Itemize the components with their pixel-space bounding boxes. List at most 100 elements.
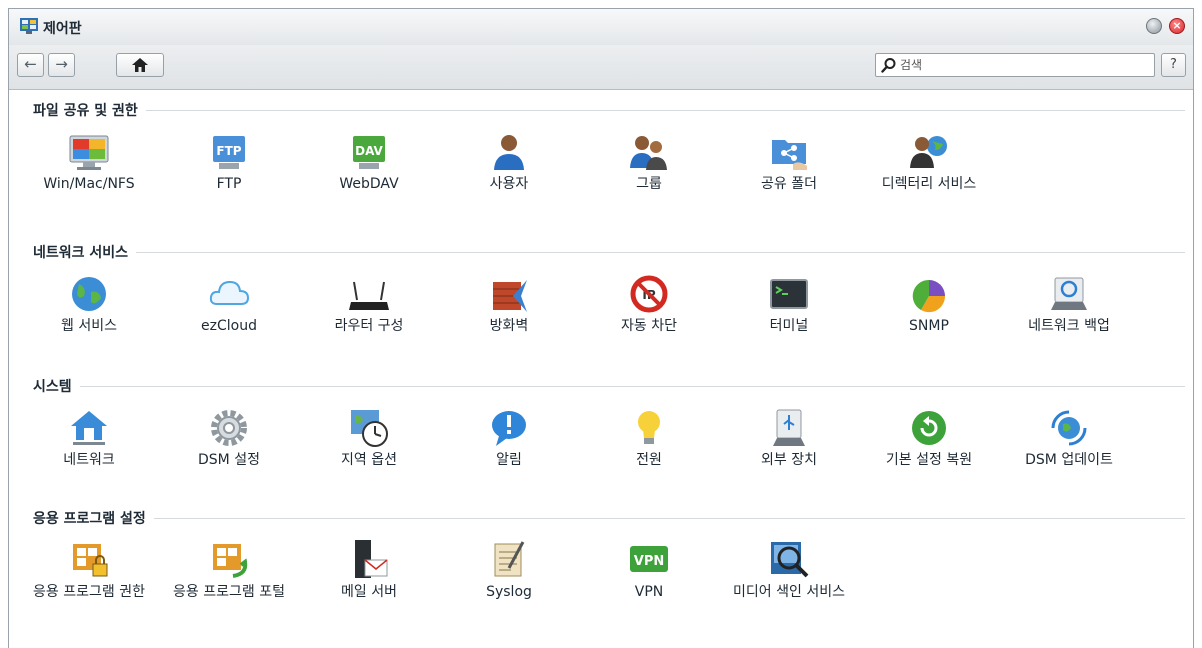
cloud-icon xyxy=(209,280,250,305)
item-label: 지역 옵션 xyxy=(341,452,397,468)
item-webdav[interactable]: DAV WebDAV xyxy=(299,130,439,193)
item-syslog[interactable]: Syslog xyxy=(439,538,579,601)
item-network-backup[interactable]: 네트워크 백업 xyxy=(999,272,1139,335)
item-label: 메일 서버 xyxy=(341,584,397,600)
item-label: 사용자 xyxy=(489,176,529,192)
item-auto-block[interactable]: IP 자동 차단 xyxy=(579,272,719,335)
item-ezcloud[interactable]: ezCloud xyxy=(159,272,299,335)
item-label: 네트워크 xyxy=(63,452,115,468)
item-label: SNMP xyxy=(909,318,949,334)
item-dsm-update[interactable]: DSM 업데이트 xyxy=(999,406,1139,469)
item-label: 기본 설정 복원 xyxy=(885,452,973,468)
item-label: DSM 설정 xyxy=(198,452,260,468)
update-icon xyxy=(1051,410,1087,446)
svg-text:VPN: VPN xyxy=(634,554,664,569)
item-snmp[interactable]: SNMP xyxy=(859,272,999,335)
item-shared-folder[interactable]: 공유 폴더 xyxy=(719,130,859,193)
item-ftp[interactable]: FTP FTP xyxy=(159,130,299,193)
svg-text:FTP: FTP xyxy=(216,144,241,158)
monitor-icon xyxy=(69,135,109,170)
home-icon xyxy=(132,58,148,72)
item-firewall[interactable]: 방화벽 xyxy=(439,272,579,335)
ftp-folder-icon: FTP xyxy=(213,136,245,169)
section-title: 파일 공유 및 권한 xyxy=(33,100,146,120)
toolbar: ← → ? xyxy=(9,45,1193,90)
item-application-portal[interactable]: 응용 프로그램 포털 xyxy=(159,538,299,601)
section-divider xyxy=(33,518,1185,519)
section-title: 시스템 xyxy=(33,376,80,396)
group-icon xyxy=(630,136,667,170)
control-panel-app-icon xyxy=(20,18,38,34)
section-divider xyxy=(33,110,1185,111)
item-web-services[interactable]: 웹 서비스 xyxy=(19,272,159,335)
vpn-icon: VPN xyxy=(630,546,668,572)
item-win-mac-nfs[interactable]: Win/Mac/NFS xyxy=(19,130,159,193)
item-label: 그룹 xyxy=(636,176,662,192)
item-group[interactable]: 그룹 xyxy=(579,130,719,193)
item-label: WebDAV xyxy=(339,176,399,192)
item-label: 디렉터리 서비스 xyxy=(881,176,977,192)
item-router-config[interactable]: 라우터 구성 xyxy=(299,272,439,335)
svg-text:DAV: DAV xyxy=(355,144,383,158)
item-label: 미디어 색인 서비스 xyxy=(733,584,845,600)
item-label: 웹 서비스 xyxy=(61,318,117,334)
section-divider xyxy=(33,386,1185,387)
item-label: Syslog xyxy=(486,584,532,600)
home-button[interactable] xyxy=(116,53,164,77)
directory-service-icon xyxy=(910,136,947,168)
syslog-icon xyxy=(494,541,525,577)
mail-server-icon xyxy=(355,540,388,578)
network-backup-icon xyxy=(1051,277,1087,310)
section-system: 시스템 xyxy=(33,376,1185,396)
window-title: 제어판 xyxy=(43,21,82,37)
item-label: 라우터 구성 xyxy=(334,318,404,334)
item-terminal[interactable]: 터미널 xyxy=(719,272,859,335)
search-box[interactable] xyxy=(875,53,1155,77)
clock-map-icon xyxy=(351,410,388,447)
item-label: VPN xyxy=(634,584,664,600)
app-portal-icon xyxy=(213,544,248,578)
dav-folder-icon: DAV xyxy=(353,136,385,169)
gear-icon xyxy=(211,410,247,446)
item-label: 전원 xyxy=(636,452,662,468)
item-directory-service[interactable]: 디렉터리 서비스 xyxy=(859,130,999,193)
item-label: 자동 차단 xyxy=(621,318,677,334)
item-label: FTP xyxy=(216,176,242,192)
item-power[interactable]: 전원 xyxy=(579,406,719,469)
control-panel-window: 제어판 × ← → ? 파일 공유 및 권한 xyxy=(8,8,1194,648)
item-media-indexing[interactable]: 미디어 색인 서비스 xyxy=(719,538,859,601)
close-button[interactable]: × xyxy=(1169,18,1185,34)
control-panel-content: 파일 공유 및 권한 Win/Mac/NFS FTP FTP DAV WebDA… xyxy=(9,90,1193,648)
back-button[interactable]: ← xyxy=(17,53,44,77)
item-regional-options[interactable]: 지역 옵션 xyxy=(299,406,439,469)
minimize-button[interactable] xyxy=(1146,18,1162,34)
item-network[interactable]: 네트워크 xyxy=(19,406,159,469)
item-label: 응용 프로그램 권한 xyxy=(33,584,145,600)
item-label: ezCloud xyxy=(201,318,257,334)
item-user[interactable]: 사용자 xyxy=(439,130,579,193)
arrow-left-icon: ← xyxy=(24,55,37,73)
notification-icon xyxy=(492,411,526,446)
item-label: 방화벽 xyxy=(489,318,529,334)
search-icon xyxy=(881,58,896,73)
item-vpn[interactable]: VPN VPN xyxy=(579,538,719,601)
help-button[interactable]: ? xyxy=(1161,53,1186,77)
item-notification[interactable]: 알림 xyxy=(439,406,579,469)
title-bar[interactable]: 제어판 × xyxy=(9,9,1193,45)
media-index-icon xyxy=(771,542,809,578)
item-mail-server[interactable]: 메일 서버 xyxy=(299,538,439,601)
lightbulb-icon xyxy=(638,411,660,444)
item-label: 외부 장치 xyxy=(761,452,817,468)
section-title: 네트워크 서비스 xyxy=(33,242,137,262)
search-input[interactable] xyxy=(900,56,1148,74)
item-restore-defaults[interactable]: 기본 설정 복원 xyxy=(859,406,999,469)
section-divider xyxy=(33,252,1185,253)
item-application-privileges[interactable]: 응용 프로그램 권한 xyxy=(19,538,159,601)
terminal-icon xyxy=(770,279,808,309)
forward-button[interactable]: → xyxy=(48,53,75,77)
block-icon: IP xyxy=(630,275,668,313)
item-external-devices[interactable]: 외부 장치 xyxy=(719,406,859,469)
app-privilege-icon xyxy=(73,544,108,577)
usb-device-icon xyxy=(773,409,805,446)
item-dsm-settings[interactable]: DSM 설정 xyxy=(159,406,299,469)
